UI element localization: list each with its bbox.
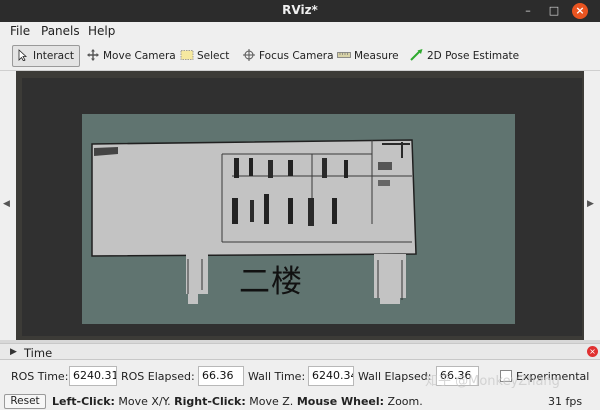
watermark: 知乎 @MonkeyZhang — [425, 374, 560, 389]
hint-wheel-key: Mouse Wheel: — [296, 395, 385, 408]
wall-elapsed-label: Wall Elapsed: — [358, 370, 432, 383]
tool-select-button[interactable]: Select — [178, 45, 229, 67]
tool-label: Select — [197, 50, 230, 62]
menu-bar: File Panels Help — [0, 22, 600, 41]
menu-help[interactable]: Help — [88, 24, 115, 38]
fps-counter: 31 fps — [548, 395, 583, 408]
ros-time-field[interactable]: 6240.31 — [69, 366, 117, 386]
menu-panels[interactable]: Panels — [41, 24, 80, 38]
crosshair-icon — [243, 49, 255, 61]
move-arrows-icon — [87, 49, 99, 61]
hint-right-val: Move Z. — [245, 395, 297, 408]
tool-2d-pose-estimate-button[interactable]: 2D Pose Estimate — [408, 45, 519, 67]
ruler-icon — [337, 52, 351, 58]
wall-time-field[interactable]: 6240.34 — [308, 366, 354, 386]
maximize-icon[interactable]: □ — [546, 3, 562, 19]
tool-label: Measure — [354, 50, 399, 62]
minimize-icon[interactable]: – — [520, 3, 536, 19]
right-panel-collapse-bar[interactable]: ▶ — [584, 71, 600, 341]
close-panel-icon[interactable]: × — [587, 346, 598, 357]
mouse-hint: Left-Click: Move X/Y. Right-Click: Move … — [52, 395, 423, 408]
wall-time-label: Wall Time: — [248, 370, 306, 383]
tool-label: Interact — [33, 50, 74, 62]
render-viewport[interactable]: 二楼 — [22, 78, 582, 336]
close-icon[interactable]: × — [572, 3, 588, 19]
time-panel-title: Time — [24, 346, 53, 360]
hint-wheel-val: Zoom. — [384, 395, 423, 408]
ros-elapsed-field[interactable]: 66.36 — [198, 366, 244, 386]
tool-label: 2D Pose Estimate — [427, 50, 520, 62]
occupancy-map: 二楼 — [82, 114, 515, 324]
collapse-left-icon: ◀ — [3, 199, 10, 209]
tool-interact-button[interactable]: Interact — [12, 45, 80, 67]
toolbar: Interact Move Camera Select Focus Camera… — [0, 41, 600, 71]
select-rect-icon — [180, 50, 194, 60]
tool-label: Move Camera — [103, 50, 176, 62]
title-bar: RViz* – □ × — [0, 0, 600, 22]
left-panel-collapse-bar[interactable]: ◀ — [0, 71, 16, 341]
status-bar: Reset Left-Click: Move X/Y. Right-Click:… — [0, 392, 600, 410]
time-panel-header: ▶ Time × — [0, 343, 600, 360]
green-arrow-icon — [410, 49, 423, 61]
hint-left-val: Move X/Y. — [114, 395, 175, 408]
tool-focus-camera-button[interactable]: Focus Camera — [240, 45, 334, 67]
tool-measure-button[interactable]: Measure — [335, 45, 399, 67]
reset-button[interactable]: Reset — [4, 394, 46, 409]
window-title: RViz* — [282, 3, 318, 17]
collapse-right-icon: ▶ — [587, 199, 594, 209]
hint-right-key: Right-Click: — [174, 395, 246, 408]
menu-file[interactable]: File — [10, 24, 30, 38]
map-overlay-label: 二楼 — [239, 264, 303, 300]
hint-left-key: Left-Click: — [52, 395, 115, 408]
ros-time-label: ROS Time: — [11, 370, 69, 383]
cursor-icon — [18, 49, 28, 61]
panel-collapse-icon[interactable]: ▶ — [10, 347, 17, 357]
ros-elapsed-label: ROS Elapsed: — [121, 370, 195, 383]
tool-move-camera-button[interactable]: Move Camera — [84, 45, 176, 67]
tool-label: Focus Camera — [259, 50, 334, 62]
